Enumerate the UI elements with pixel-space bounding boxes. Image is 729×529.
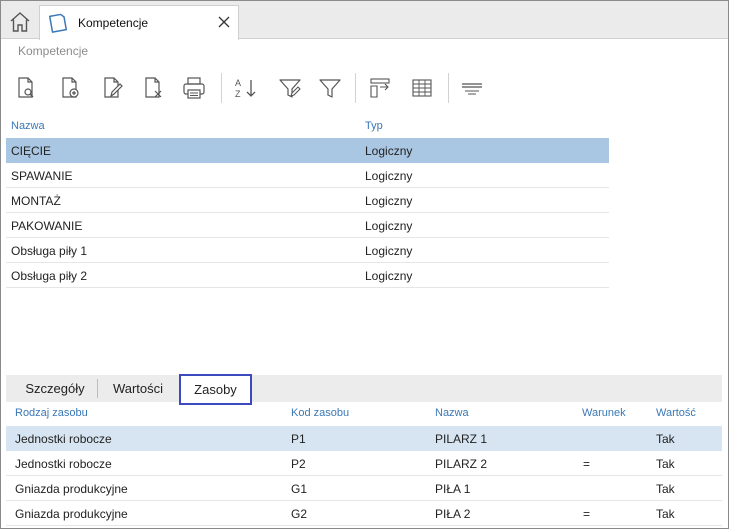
cell-name: PAKOWANIE: [11, 219, 83, 233]
delete-icon: [145, 77, 162, 98]
cell-condition: =: [583, 507, 591, 521]
home-button[interactable]: [5, 7, 35, 37]
toolbar-separator: [221, 73, 222, 103]
breadcrumb: Kompetencje: [18, 44, 89, 58]
cell-name: CIĘCIE: [11, 144, 52, 158]
app-window: Kompetencje Kompetencje A Z Nazwa Typ CI…: [0, 0, 729, 529]
cell-name: Obsługa piły 1: [11, 244, 88, 258]
toolbar: A Z: [1, 69, 728, 107]
column-header-nazwa[interactable]: Nazwa: [435, 407, 469, 419]
close-icon[interactable]: [216, 14, 232, 30]
tab-separator: [97, 379, 98, 398]
table-row[interactable]: Jednostki robocze P2 PILARZ 2 = Tak: [6, 451, 722, 476]
column-header-warunek[interactable]: Warunek: [582, 407, 626, 419]
preview-button[interactable]: [11, 73, 41, 103]
cell-value: Tak: [656, 482, 675, 496]
cell-kind: Gniazda produkcyjne: [15, 482, 128, 496]
tab-kompetencje[interactable]: Kompetencje: [39, 5, 239, 40]
cell-code: G1: [291, 482, 308, 496]
table-row[interactable]: PAKOWANIE Logiczny: [6, 213, 609, 238]
add-icon: [62, 77, 79, 98]
table-row[interactable]: Gniazda produkcyjne G1 PIŁA 1 Tak: [6, 476, 722, 501]
cell-kind: Jednostki robocze: [15, 457, 112, 471]
sort-button[interactable]: A Z: [231, 73, 261, 103]
cell-type: Logiczny: [365, 244, 413, 258]
group-bar-icon: [462, 83, 482, 95]
cell-code: P1: [291, 432, 306, 446]
column-header-wartosc[interactable]: Wartość: [656, 407, 696, 419]
preview-icon: [18, 77, 34, 98]
cell-type: Logiczny: [365, 269, 413, 283]
svg-text:A: A: [235, 78, 241, 88]
table-row[interactable]: Obsługa piły 2 Logiczny: [6, 263, 609, 288]
table-row[interactable]: MONTAŻ Logiczny: [6, 188, 609, 213]
svg-text:Z: Z: [235, 89, 241, 99]
cell-type: Logiczny: [365, 169, 413, 183]
print-button[interactable]: [179, 73, 209, 103]
cell-value: Tak: [656, 432, 675, 446]
detail-tabs: Szczegóły Wartości Zasoby: [6, 374, 722, 405]
group-bar-button[interactable]: [457, 73, 487, 103]
cell-name: PIŁA 1: [435, 482, 471, 496]
tab-title: Kompetencje: [78, 16, 149, 30]
cell-value: Tak: [656, 457, 675, 471]
table-row[interactable]: Obsługa piły 1 Logiczny: [6, 238, 609, 263]
column-header-typ[interactable]: Typ: [365, 120, 383, 132]
grid-icon: [412, 79, 432, 97]
sort-az-icon: A Z: [235, 78, 256, 99]
filter-edit-button[interactable]: [275, 73, 305, 103]
document-icon: [48, 13, 68, 33]
grid-button[interactable]: [407, 73, 437, 103]
print-icon: [183, 77, 205, 99]
toolbar-separator: [355, 73, 356, 103]
cell-kind: Gniazda produkcyjne: [15, 507, 128, 521]
cell-type: Logiczny: [365, 144, 413, 158]
column-header-nazwa[interactable]: Nazwa: [11, 120, 45, 132]
column-header-kod-zasobu[interactable]: Kod zasobu: [291, 407, 349, 419]
toolbar-separator: [448, 73, 449, 103]
cell-name: PILARZ 2: [435, 457, 488, 471]
tab-szczegoly[interactable]: Szczegóły: [14, 375, 96, 402]
cell-name: SPAWANIE: [11, 169, 73, 183]
cell-code: G2: [291, 507, 308, 521]
column-header-rodzaj-zasobu[interactable]: Rodzaj zasobu: [15, 407, 88, 419]
cell-name: PIŁA 2: [435, 507, 471, 521]
column-settings-button[interactable]: [365, 73, 395, 103]
cell-kind: Jednostki robocze: [15, 432, 112, 446]
cell-name: MONTAŻ: [11, 194, 61, 208]
edit-button[interactable]: [97, 73, 127, 103]
filter-icon: [319, 79, 341, 98]
cell-type: Logiczny: [365, 219, 413, 233]
delete-button[interactable]: [138, 73, 168, 103]
tab-zasoby[interactable]: Zasoby: [179, 374, 252, 405]
cell-name: Obsługa piły 2: [11, 269, 88, 283]
tab-wartosci[interactable]: Wartości: [99, 375, 177, 402]
cell-value: Tak: [656, 507, 675, 521]
table-row[interactable]: Jednostki robocze P1 PILARZ 1 Tak: [6, 426, 722, 451]
add-button[interactable]: [55, 73, 85, 103]
column-settings-icon: [370, 78, 390, 98]
home-icon: [10, 12, 30, 32]
table-row[interactable]: SPAWANIE Logiczny: [6, 163, 609, 188]
table-row[interactable]: Gniazda produkcyjne G2 PIŁA 2 = Tak: [6, 501, 722, 526]
table-row[interactable]: CIĘCIE Logiczny: [6, 138, 609, 163]
filter-button[interactable]: [315, 73, 345, 103]
filter-edit-icon: [279, 79, 301, 98]
tab-strip: Kompetencje: [1, 1, 728, 40]
cell-condition: =: [583, 457, 591, 471]
cell-name: PILARZ 1: [435, 432, 488, 446]
cell-type: Logiczny: [365, 194, 413, 208]
cell-code: P2: [291, 457, 306, 471]
edit-icon: [104, 77, 123, 98]
